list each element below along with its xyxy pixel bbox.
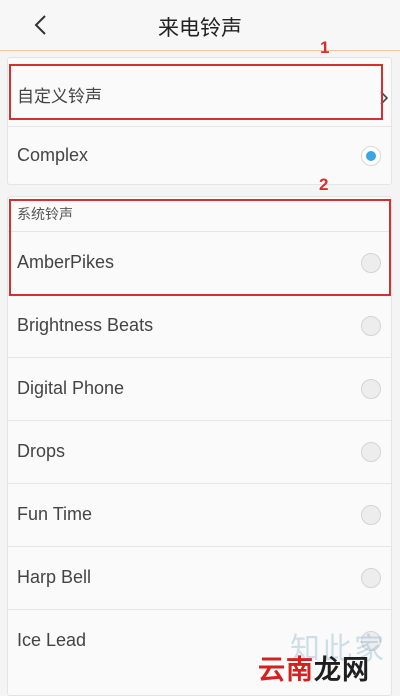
ringtone-row[interactable]: Digital Phone (8, 358, 391, 421)
annotation-box-1 (9, 64, 383, 120)
page-title: 来电铃声 (158, 17, 242, 40)
radio-unselected[interactable] (361, 505, 381, 525)
ringtone-label: Harp Bell (17, 567, 92, 587)
ringtone-row[interactable]: Brightness Beats (8, 295, 391, 358)
annotation-box-2 (9, 199, 391, 296)
annotation-number-2: 2 (319, 175, 329, 194)
radio-unselected[interactable] (361, 379, 381, 399)
ringtone-label: Brightness Beats (17, 315, 154, 335)
ringtone-label: Fun Time (17, 504, 93, 524)
radio-unselected[interactable] (361, 442, 381, 462)
radio-selected[interactable] (361, 146, 381, 166)
ringtone-row[interactable]: Harp Bell (8, 547, 391, 610)
ringtone-row-complex[interactable]: Complex (8, 127, 391, 185)
radio-unselected[interactable] (361, 568, 381, 588)
radio-unselected[interactable] (361, 316, 381, 336)
header-bar: 来电铃声 (0, 0, 400, 51)
ringtone-row[interactable]: Drops (8, 421, 391, 484)
ringtone-row[interactable]: Fun Time (8, 484, 391, 547)
ringtone-label: Complex (17, 145, 89, 165)
ringtone-label: Drops (17, 441, 66, 461)
annotation-number-1: 1 (320, 38, 330, 57)
ringtone-label: Ice Lead (17, 630, 87, 650)
ringtone-label: Digital Phone (17, 378, 125, 398)
watermark-text: 云南龙网 (258, 655, 370, 685)
